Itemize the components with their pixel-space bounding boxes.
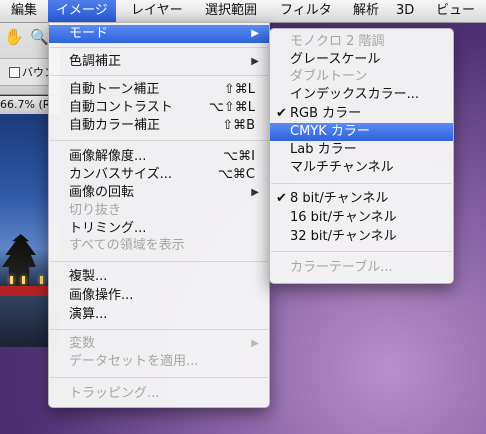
shortcut-label: ⌥⇧⌘L bbox=[208, 100, 255, 115]
mode-item-32bit[interactable]: 32 bit/チャンネル bbox=[270, 228, 453, 246]
mode-item-indexed-color[interactable]: インデックスカラー... bbox=[270, 86, 453, 104]
castle-photo bbox=[2, 234, 36, 294]
menu-image[interactable]: イメージ bbox=[48, 0, 116, 22]
menu-item-duplicate[interactable]: 複製... bbox=[49, 268, 269, 286]
menu-item-crop: 切り抜き bbox=[69, 203, 122, 218]
checkmark-icon: ✔ bbox=[276, 191, 287, 206]
mode-item-rgb-color[interactable]: ✔ RGB カラー bbox=[270, 105, 453, 123]
mode-item-grayscale[interactable]: グレースケール bbox=[270, 51, 453, 69]
menu-select[interactable]: 選択範囲 bbox=[197, 0, 265, 22]
shortcut-label: ⌥⌘C bbox=[217, 167, 255, 182]
mode-item-duotone: ダブルトーン bbox=[290, 69, 368, 84]
menu-separator bbox=[271, 251, 452, 252]
mode-item-color-table: カラーテーブル... bbox=[290, 260, 393, 275]
menu-filter[interactable]: フィルタ bbox=[272, 0, 340, 22]
bounding-checkbox[interactable] bbox=[9, 67, 20, 78]
menu-separator bbox=[50, 47, 268, 48]
menu-item-canvas-size[interactable]: カンバスサイズ... ⌥⌘C bbox=[49, 166, 269, 184]
menu-separator bbox=[271, 183, 452, 184]
lantern-light bbox=[40, 276, 43, 284]
submenu-arrow-icon: ▶ bbox=[251, 28, 259, 39]
lantern-light bbox=[10, 276, 13, 284]
mode-submenu: モノクロ 2 階調 グレースケール ダブルトーン インデックスカラー... ✔ … bbox=[269, 28, 454, 284]
menu-item-reveal-all: すべての領域を表示 bbox=[69, 238, 185, 253]
menu-item-image-size[interactable]: 画像解像度... ⌥⌘I bbox=[49, 148, 269, 166]
menu-item-calculations[interactable]: 演算... bbox=[49, 306, 269, 324]
menu-item-apply-image[interactable]: 画像操作... bbox=[49, 287, 269, 305]
menu-item-apply-dataset: データセットを適用... bbox=[69, 354, 199, 369]
menu-3d[interactable]: 3D bbox=[388, 0, 422, 22]
mode-item-lab-color[interactable]: Lab カラー bbox=[270, 141, 453, 159]
menu-bar: 編集 イメージ レイヤー 選択範囲 フィルタ 解析 3D ビュー bbox=[0, 0, 486, 23]
shortcut-label: ⇧⌘L bbox=[223, 82, 255, 97]
submenu-arrow-icon: ▶ bbox=[251, 338, 259, 349]
menu-layer[interactable]: レイヤー bbox=[123, 0, 191, 22]
mode-item-cmyk-color[interactable]: CMYK カラー bbox=[270, 123, 453, 141]
menu-separator bbox=[50, 261, 268, 262]
mode-item-16bit[interactable]: 16 bit/チャンネル bbox=[270, 209, 453, 227]
menu-item-auto-tone[interactable]: 自動トーン補正 ⇧⌘L bbox=[49, 81, 269, 99]
menu-edit[interactable]: 編集 bbox=[3, 0, 45, 22]
checkmark-icon: ✔ bbox=[276, 106, 287, 121]
submenu-arrow-icon: ▶ bbox=[251, 187, 259, 198]
mode-item-8bit[interactable]: ✔ 8 bit/チャンネル bbox=[270, 190, 453, 208]
lantern-light bbox=[22, 276, 25, 284]
menu-separator bbox=[50, 329, 268, 330]
menu-separator bbox=[50, 75, 268, 76]
mode-item-bitmap: モノクロ 2 階調 bbox=[290, 34, 385, 49]
menu-separator bbox=[50, 377, 268, 378]
image-menu: モード ▶ 色調補正 ▶ 自動トーン補正 ⇧⌘L 自動コントラスト ⌥⇧⌘L 自… bbox=[48, 22, 270, 408]
shortcut-label: ⇧⌘B bbox=[222, 118, 255, 133]
menu-item-auto-color[interactable]: 自動カラー補正 ⇧⌘B bbox=[49, 117, 269, 135]
menu-analysis[interactable]: 解析 bbox=[345, 0, 387, 22]
menu-item-variables: 変数 ▶ bbox=[69, 336, 259, 351]
menu-item-image-rotation[interactable]: 画像の回転 ▶ bbox=[49, 184, 269, 202]
menu-item-trap: トラッピング... bbox=[69, 386, 160, 401]
submenu-arrow-icon: ▶ bbox=[251, 56, 259, 67]
menu-view[interactable]: ビュー bbox=[428, 0, 483, 22]
shortcut-label: ⌥⌘I bbox=[223, 149, 255, 164]
mode-item-multichannel[interactable]: マルチチャンネル bbox=[270, 159, 453, 177]
menu-item-mode[interactable]: モード ▶ bbox=[49, 25, 269, 43]
menu-separator bbox=[50, 140, 268, 141]
menu-item-trim[interactable]: トリミング... bbox=[49, 220, 269, 238]
zoom-tool-icon[interactable]: 🔍 bbox=[30, 27, 50, 47]
menu-item-adjustments[interactable]: 色調補正 ▶ bbox=[49, 53, 269, 71]
menu-item-auto-contrast[interactable]: 自動コントラスト ⌥⇧⌘L bbox=[49, 99, 269, 117]
hand-tool-icon[interactable]: ✋ bbox=[4, 27, 24, 47]
